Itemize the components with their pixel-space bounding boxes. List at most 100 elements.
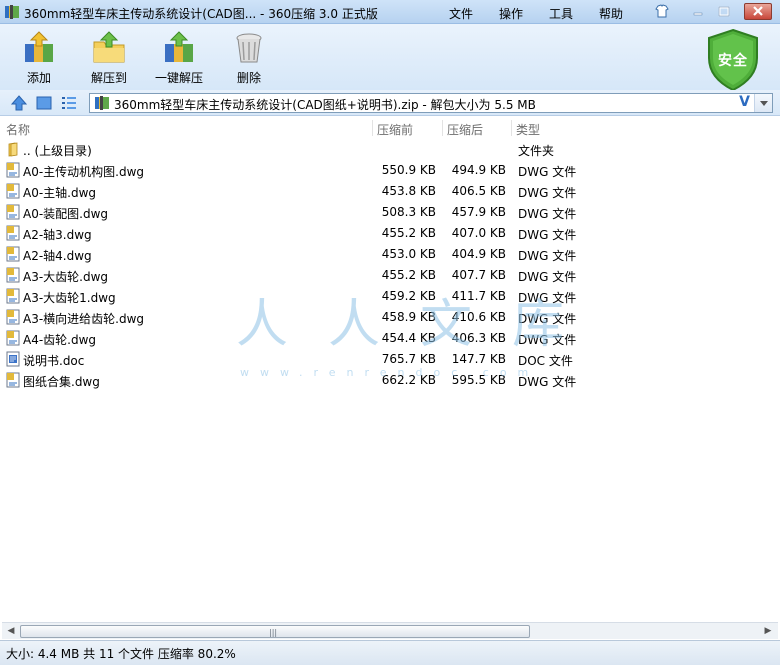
horizontal-scrollbar[interactable]: ◀ ||| ▶: [2, 622, 778, 639]
file-size-after: 147.7 KB: [451, 352, 506, 366]
file-name: A3-大齿轮1.dwg: [23, 291, 116, 305]
file-size-before: 550.9 KB: [381, 163, 436, 177]
file-size-before: 455.2 KB: [381, 268, 436, 282]
address-bar: 360mm轻型车床主传动系统设计(CAD图纸+说明书).zip - 解包大小为 …: [0, 90, 780, 116]
add-archive-icon: [25, 31, 53, 62]
list-view-icon[interactable]: [60, 94, 78, 112]
column-divider[interactable]: [442, 120, 443, 136]
up-arrow-icon[interactable]: [10, 94, 28, 112]
dwg-file-icon: [6, 372, 20, 388]
dwg-file-icon: [6, 288, 20, 304]
column-type[interactable]: 类型: [516, 121, 540, 138]
maximize-button[interactable]: [714, 3, 734, 20]
dwg-file-icon: [6, 267, 20, 283]
dwg-file-icon: [6, 246, 20, 262]
file-row[interactable]: A0-主轴.dwg 453.8 KB 406.5 KB DWG 文件: [0, 181, 600, 202]
path-history-icon[interactable]: V: [739, 94, 750, 110]
grip-icon: |||: [269, 628, 278, 637]
app-icon: [5, 5, 19, 19]
file-type: DWG 文件: [518, 375, 577, 389]
column-name[interactable]: 名称: [6, 121, 30, 138]
delete-button[interactable]: 删除: [214, 30, 284, 88]
path-field[interactable]: 360mm轻型车床主传动系统设计(CAD图纸+说明书).zip - 解包大小为 …: [89, 93, 773, 113]
one-click-extract-button[interactable]: 一键解压: [144, 30, 214, 88]
file-name: A4-齿轮.dwg: [23, 333, 97, 347]
file-size-after: 407.0 KB: [451, 226, 506, 240]
folder-icon: [8, 142, 18, 157]
maximize-icon: [718, 6, 730, 17]
file-size-after: 410.6 KB: [451, 310, 506, 324]
file-row[interactable]: A0-主传动机构图.dwg 550.9 KB 494.9 KB DWG 文件: [0, 160, 600, 181]
file-row[interactable]: A4-齿轮.dwg 454.4 KB 406.3 KB DWG 文件: [0, 328, 600, 349]
close-button[interactable]: [744, 3, 772, 20]
file-row[interactable]: A3-横向进给齿轮.dwg 458.9 KB 410.6 KB DWG 文件: [0, 307, 600, 328]
file-row[interactable]: A3-大齿轮1.dwg 459.2 KB 411.7 KB DWG 文件: [0, 286, 600, 307]
column-divider[interactable]: [511, 120, 512, 136]
file-type: 文件夹: [518, 144, 555, 158]
file-row[interactable]: A2-轴3.dwg 455.2 KB 407.0 KB DWG 文件: [0, 223, 600, 244]
file-type: DWG 文件: [518, 207, 577, 221]
file-size-after: 404.9 KB: [451, 247, 506, 261]
extract-to-button[interactable]: 解压到: [74, 30, 144, 88]
file-type: DWG 文件: [518, 333, 577, 347]
minimize-button[interactable]: [688, 3, 708, 20]
menu-help[interactable]: 帮助: [599, 5, 623, 22]
thumbnail-view-icon[interactable]: [35, 94, 53, 112]
file-size-before: 765.7 KB: [381, 352, 436, 366]
column-divider[interactable]: [372, 120, 373, 136]
menu-tools[interactable]: 工具: [549, 5, 573, 22]
file-row[interactable]: 图纸合集.dwg 662.2 KB 595.5 KB DWG 文件: [0, 370, 600, 391]
file-type: DOC 文件: [518, 354, 573, 368]
dwg-file-icon: [6, 309, 20, 325]
file-row[interactable]: 说明书.doc 765.7 KB 147.7 KB DOC 文件: [0, 349, 600, 370]
file-type: DWG 文件: [518, 291, 577, 305]
file-size-before: 453.8 KB: [381, 184, 436, 198]
file-name: .. (上级目录): [23, 144, 92, 158]
add-button[interactable]: 添加: [4, 30, 74, 88]
menu-file[interactable]: 文件: [449, 5, 473, 22]
security-badge[interactable]: 安全: [705, 28, 761, 92]
doc-file-icon: [6, 351, 20, 367]
file-row[interactable]: A3-大齿轮.dwg 455.2 KB 407.7 KB DWG 文件: [0, 265, 600, 286]
toolbar: 添加 解压到 一键解压 删除: [0, 24, 780, 90]
file-name: 说明书.doc: [23, 354, 85, 368]
dwg-file-icon: [6, 204, 20, 220]
file-size-before: 459.2 KB: [381, 289, 436, 303]
extract-to-label: 解压到: [90, 71, 127, 85]
file-name: A2-轴4.dwg: [23, 249, 92, 263]
file-size-before: 662.2 KB: [381, 373, 436, 387]
file-name: A2-轴3.dwg: [23, 228, 92, 242]
menu-operation[interactable]: 操作: [499, 5, 523, 22]
minimize-icon: [693, 12, 703, 16]
list-header: 名称 压缩前 压缩后 类型: [0, 118, 780, 138]
file-size-after: 494.9 KB: [451, 163, 506, 177]
trash-icon: [236, 33, 262, 63]
file-size-after: 457.9 KB: [451, 205, 506, 219]
scrollbar-thumb[interactable]: |||: [20, 625, 530, 638]
path-dropdown-button[interactable]: [754, 94, 772, 112]
scroll-left-icon[interactable]: ◀: [3, 624, 19, 639]
scroll-right-icon[interactable]: ▶: [760, 624, 776, 639]
file-row[interactable]: A2-轴4.dwg 453.0 KB 404.9 KB DWG 文件: [0, 244, 600, 265]
path-text: 360mm轻型车床主传动系统设计(CAD图纸+说明书).zip - 解包大小为 …: [114, 98, 536, 112]
skin-button[interactable]: [652, 3, 672, 20]
file-row[interactable]: A0-装配图.dwg 508.3 KB 457.9 KB DWG 文件: [0, 202, 600, 223]
column-compressed-before[interactable]: 压缩前: [377, 121, 413, 138]
chevron-down-icon: [760, 101, 768, 106]
file-type: DWG 文件: [518, 186, 577, 200]
file-type: DWG 文件: [518, 312, 577, 326]
file-size-before: 455.2 KB: [381, 226, 436, 240]
status-text: 大小: 4.4 MB 共 11 个文件 压缩率 80.2%: [6, 647, 236, 661]
file-type: DWG 文件: [518, 249, 577, 263]
shirt-icon: [655, 4, 669, 18]
column-compressed-after[interactable]: 压缩后: [447, 121, 483, 138]
file-size-after: 411.7 KB: [451, 289, 506, 303]
one-click-extract-icon: [165, 31, 193, 62]
file-size-before: 458.9 KB: [381, 310, 436, 324]
dwg-file-icon: [6, 183, 20, 199]
file-size-before: 453.0 KB: [381, 247, 436, 261]
file-name: A0-主传动机构图.dwg: [23, 165, 145, 179]
file-name: A0-主轴.dwg: [23, 186, 97, 200]
file-row[interactable]: .. (上级目录) 文件夹: [0, 139, 600, 160]
file-name: A3-横向进给齿轮.dwg: [23, 312, 145, 326]
